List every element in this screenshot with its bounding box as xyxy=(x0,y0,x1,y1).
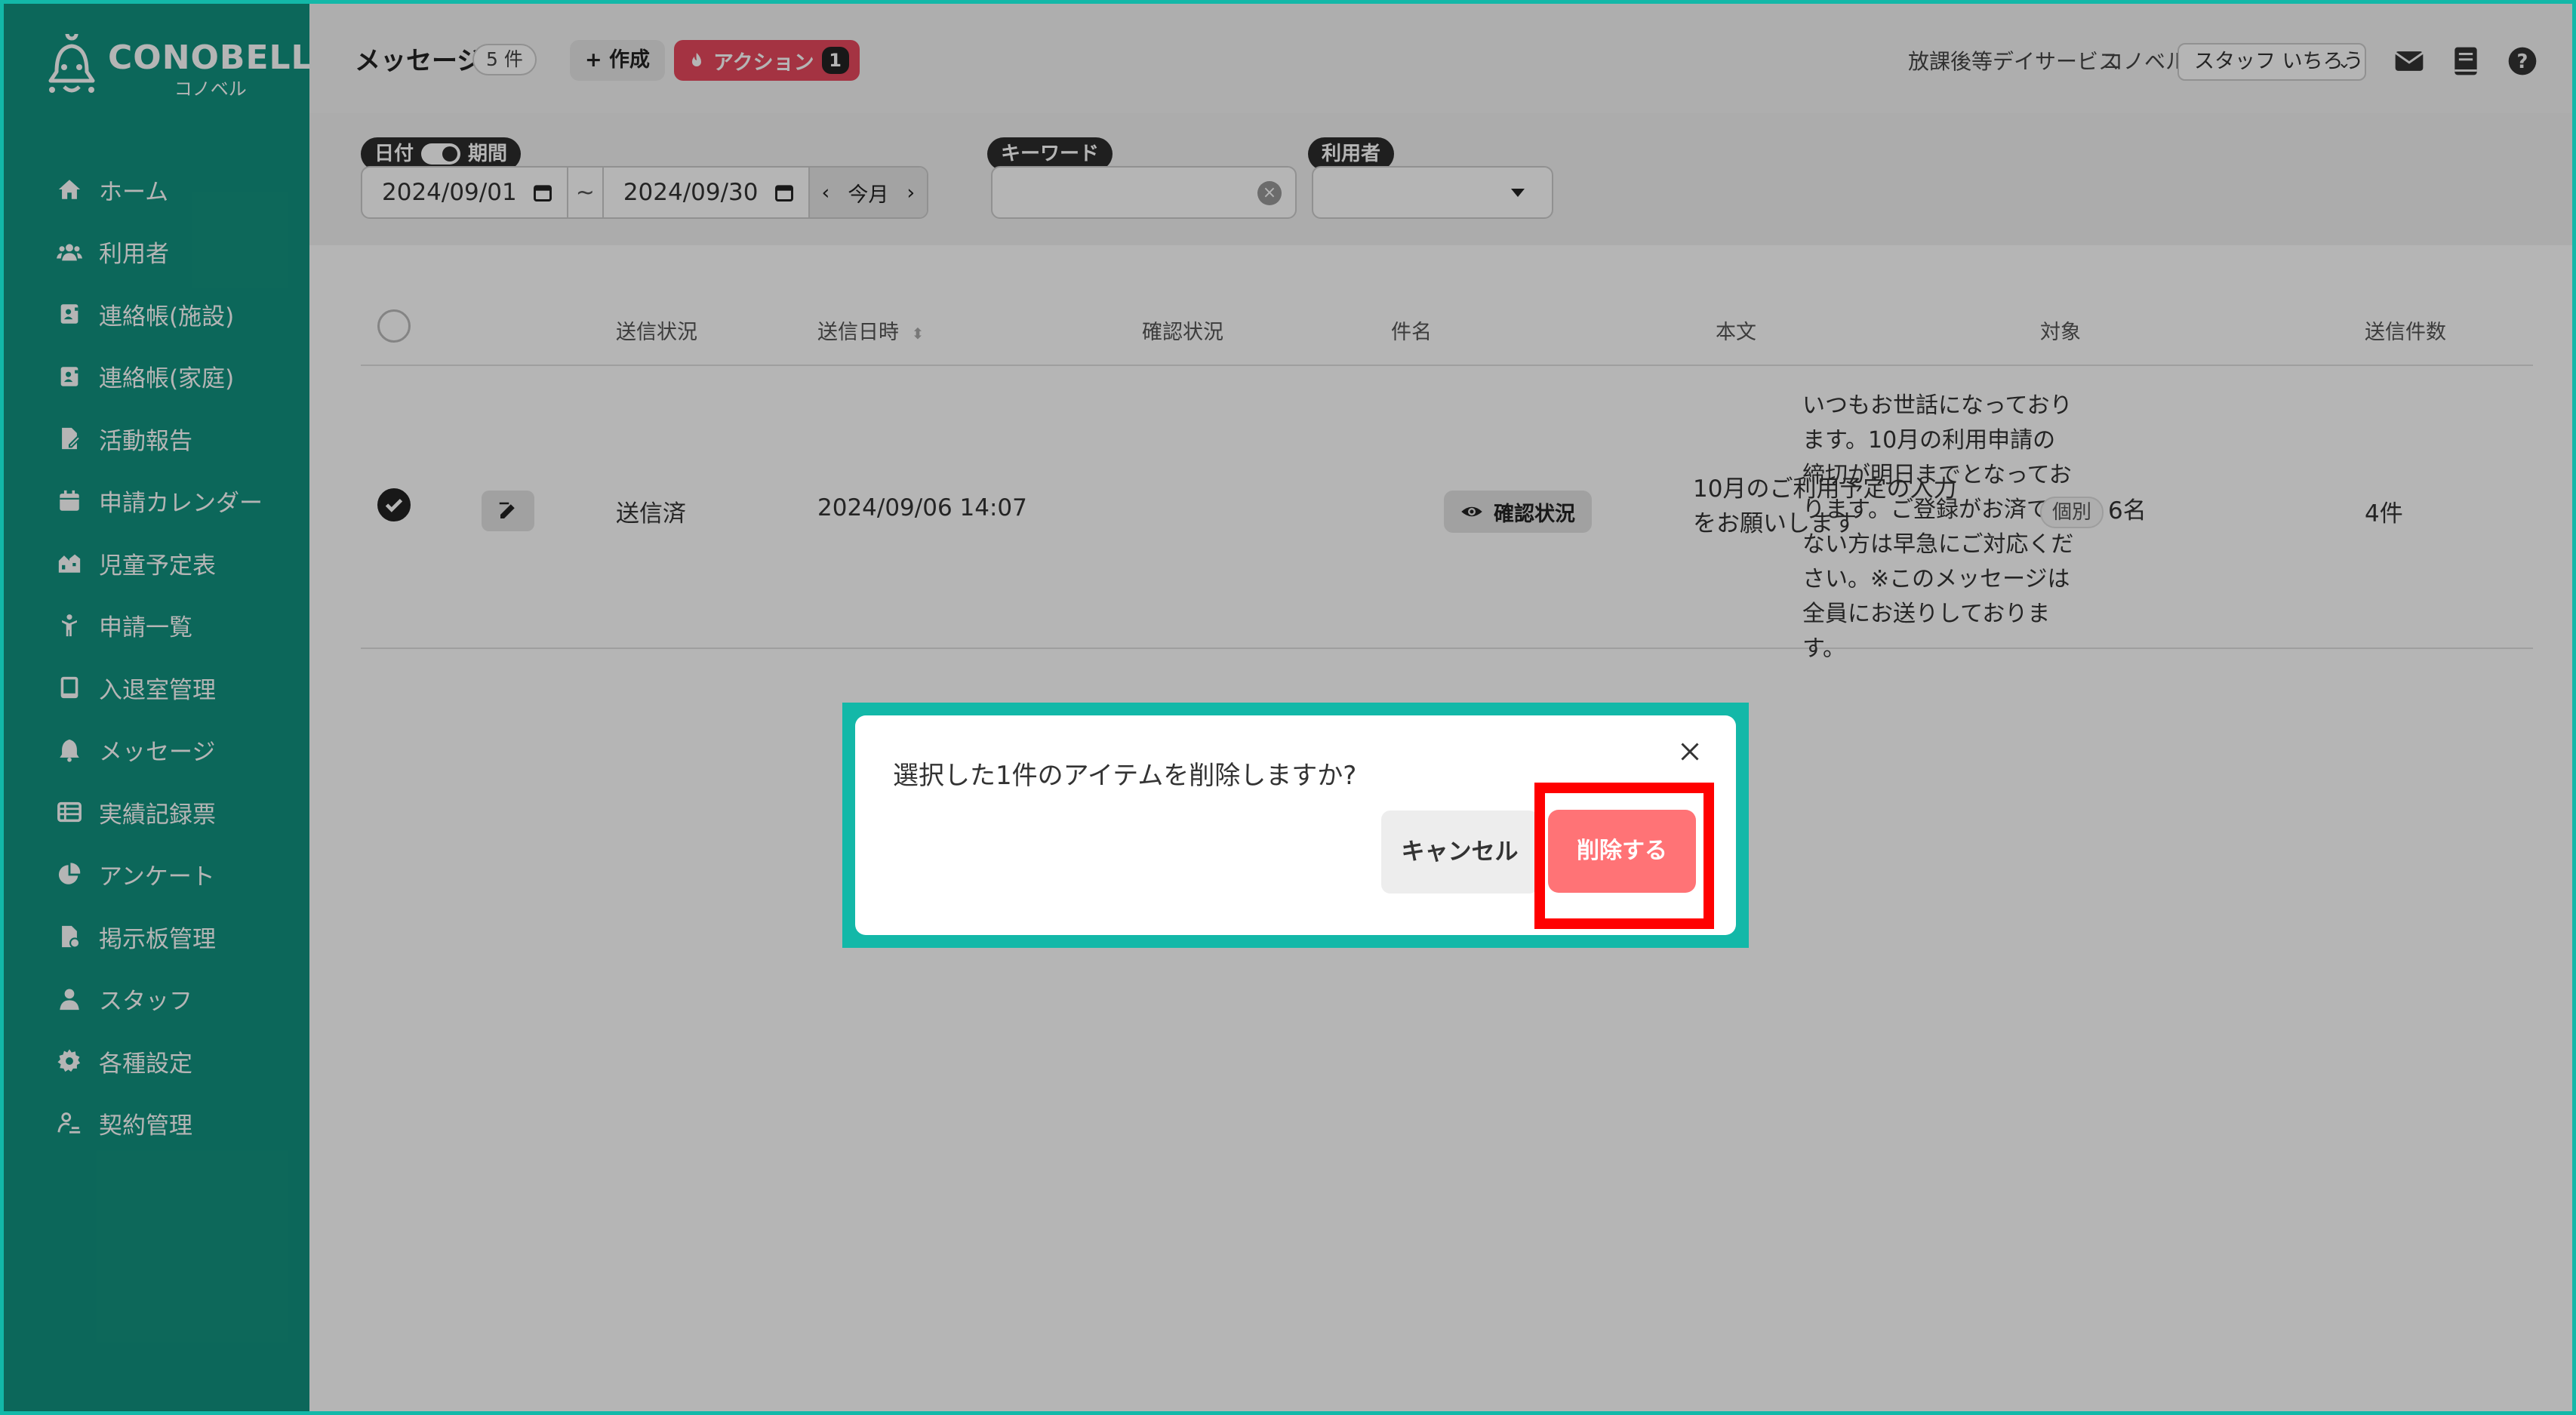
close-icon[interactable] xyxy=(1676,738,1703,765)
delete-button[interactable]: 削除する xyxy=(1548,810,1696,893)
app-frame: CONOBELL コノベル ホーム 利用者 連絡帳(施設) 連絡帳(家庭) 活動… xyxy=(0,0,2576,1415)
dialog-message: 選択した1件のアイテムを削除しますか? xyxy=(893,761,1357,791)
cancel-button[interactable]: キャンセル xyxy=(1381,811,1538,894)
